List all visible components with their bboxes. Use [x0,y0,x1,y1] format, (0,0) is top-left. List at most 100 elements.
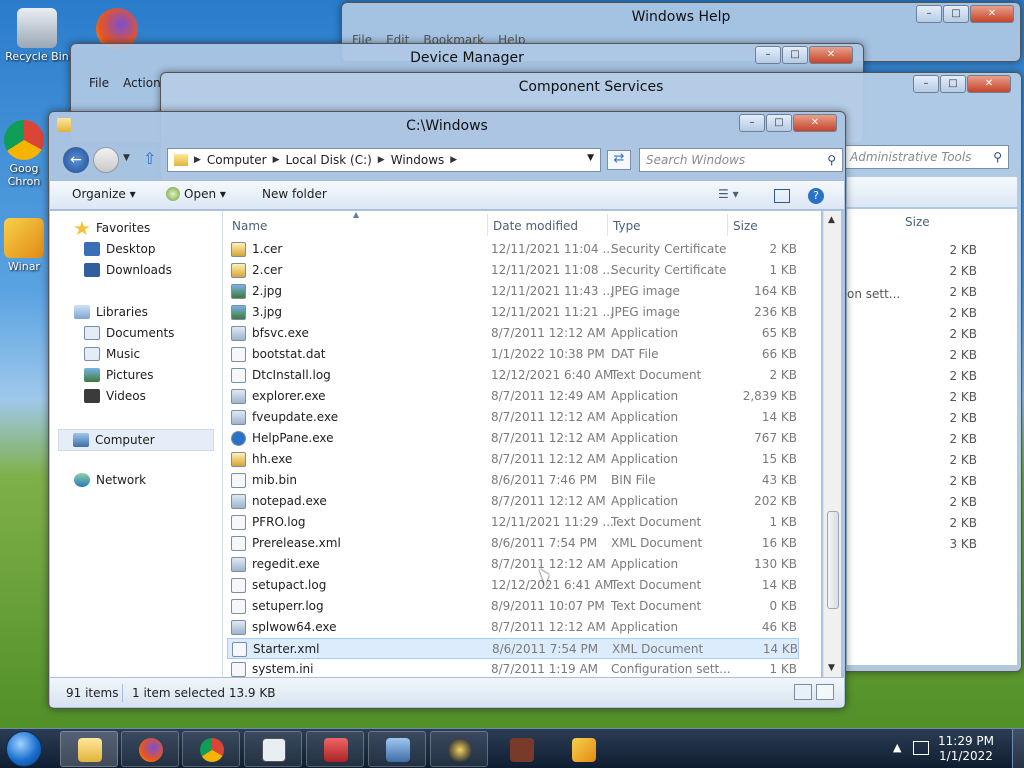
file-row[interactable]: splwow64.exe 8/7/2011 12:12 AM Application… [227,617,799,638]
column-divider[interactable] [727,214,728,236]
chevron-right-icon[interactable]: ▶ [273,155,280,165]
file-row[interactable]: fveupdate.exe 8/7/2011 12:12 AM Applicatio… [227,407,799,428]
close-button[interactable]: ✕ [970,5,1014,23]
new-folder-button[interactable]: New folder [262,187,327,201]
column-header-size[interactable]: Size [733,219,758,233]
search-input[interactable]: Search Windows ⚲ [639,148,843,172]
scroll-thumb[interactable] [827,511,839,609]
forward-button[interactable] [93,147,119,173]
breadcrumb-local-disk[interactable]: Local Disk (C:) [286,153,372,167]
taskbar-explorer[interactable] [60,731,118,767]
chevron-right-icon[interactable]: ▶ [378,155,385,165]
minimize-button[interactable]: – [916,5,942,23]
taskbar-app[interactable] [492,731,550,767]
nav-downloads[interactable]: Downloads [84,263,172,277]
file-row[interactable]: mib.bin 8/6/2011 7:46 PM BIN File 43 KB [227,470,799,491]
file-row[interactable]: hh.exe 8/7/2011 12:12 AM Application 15 KB [227,449,799,470]
help-icon[interactable]: ? [808,188,824,204]
desktop-icon-winamp[interactable]: Winar [2,218,46,273]
taskbar-component-services[interactable] [244,731,302,767]
file-row[interactable]: HelpPane.exe 8/7/2011 12:12 AM Application… [227,428,799,449]
preview-pane-icon[interactable] [774,189,790,203]
chevron-right-icon[interactable]: ▶ [450,155,457,165]
file-row[interactable]: setuperr.log 8/9/2011 10:07 PM Text Docume… [227,596,799,617]
refresh-icon[interactable]: ⇄ [607,150,631,170]
column-header-type[interactable]: Type [613,219,641,233]
scroll-up-arrow-icon[interactable]: ▲ [828,215,835,225]
show-desktop-button[interactable] [1012,729,1024,768]
file-row[interactable]: Starter.xml 8/6/2011 7:54 PM XML Document 1… [227,638,799,659]
file-row[interactable]: 2.cer 12/11/2021 11:08 ... Security Certif… [227,260,799,281]
minimize-button[interactable]: – [913,75,939,93]
vertical-scrollbar[interactable]: ▲ ▼ [823,211,841,679]
nav-music[interactable]: Music [84,347,140,361]
file-row[interactable]: PFRO.log 12/11/2021 11:29 ... Text Documen… [227,512,799,533]
file-row[interactable]: notepad.exe 8/7/2011 12:12 AM Application 2… [227,491,799,512]
column-header-name[interactable]: Name [232,219,267,233]
breadcrumb-windows[interactable]: Windows [391,153,445,167]
nav-libraries[interactable]: Libraries [74,305,148,319]
close-button[interactable]: ✕ [793,114,837,132]
file-row[interactable]: 3.jpg 12/11/2021 11:21 ... JPEG image 236 K… [227,302,799,323]
nav-documents[interactable]: Documents [84,326,174,340]
recent-pages-dropdown[interactable]: ▼ [123,153,130,163]
back-button[interactable]: ← [63,147,89,173]
taskbar: ▲ 11:29 PM 1/1/2022 [0,728,1024,768]
large-icons-view-icon[interactable] [816,684,834,700]
taskbar-winamp[interactable] [554,731,612,767]
start-button[interactable] [6,731,42,767]
taskbar-firefox[interactable] [121,731,179,767]
nav-desktop[interactable]: Desktop [84,242,156,256]
close-button[interactable]: ✕ [809,46,853,64]
open-button[interactable]: Open ▾ [166,187,226,201]
up-arrow-icon[interactable]: ⇧ [143,149,156,168]
maximize-button[interactable]: □ [940,75,966,93]
file-row[interactable]: regedit.exe 8/7/2011 12:12 AM Application 1… [227,554,799,575]
details-view-icon[interactable] [794,684,812,700]
network-tray-icon[interactable] [913,741,929,755]
taskbar-chrome[interactable] [182,731,240,767]
file-row[interactable]: setupact.log 12/12/2021 6:41 AM Text Docum… [227,575,799,596]
file-row[interactable]: system.ini 8/7/2011 1:19 AM Configuration … [227,659,799,679]
close-button[interactable]: ✕ [967,75,1011,93]
nav-favorites[interactable]: Favorites [74,221,150,235]
nav-computer[interactable]: Computer [58,429,214,451]
file-row[interactable]: bfsvc.exe 8/7/2011 12:12 AM Application 65 … [227,323,799,344]
nav-videos[interactable]: Videos [84,389,146,403]
desktop-icon-chrome[interactable]: Goog Chron [2,120,46,188]
component-search-box[interactable]: Administrative Tools ⚲ [843,145,1009,169]
maximize-button[interactable]: □ [943,5,969,23]
minimize-button[interactable]: – [755,46,781,64]
nav-network[interactable]: Network [74,473,146,487]
taskbar-toolbox[interactable] [306,731,364,767]
menu-file[interactable]: File [89,76,109,90]
file-row[interactable]: explorer.exe 8/7/2011 12:49 AM Application… [227,386,799,407]
file-row[interactable]: DtcInstall.log 12/12/2021 6:40 AM Text Doc… [227,365,799,386]
chevron-right-icon[interactable]: ▶ [194,155,201,165]
file-row[interactable]: 1.cer 12/11/2021 11:04 ... Security Certif… [227,239,799,260]
address-dropdown-icon[interactable]: ▼ [587,153,594,163]
minimize-button[interactable]: – [739,114,765,132]
maximize-button[interactable]: □ [766,114,792,132]
breadcrumb-computer[interactable]: Computer [207,153,267,167]
scroll-down-arrow-icon[interactable]: ▼ [828,663,835,673]
taskbar-clock[interactable]: 11:29 PM 1/1/2022 [938,734,994,764]
column-divider[interactable] [607,214,608,236]
file-row[interactable]: 2.jpg 12/11/2021 11:43 ... JPEG image 164 K… [227,281,799,302]
file-row[interactable]: Prerelease.xml 8/6/2011 7:54 PM XML Docume… [227,533,799,554]
taskbar-help[interactable] [430,731,488,767]
size-column-header[interactable]: Size [905,215,930,229]
taskbar-device-manager[interactable] [368,731,426,767]
tray-expand-icon[interactable]: ▲ [893,741,901,754]
address-bar[interactable]: ▶ Computer ▶ Local Disk (C:) ▶ Windows ▶… [167,148,601,172]
nav-pictures[interactable]: Pictures [84,368,154,382]
menu-action[interactable]: Action [123,76,161,90]
explorer-window[interactable]: C:\Windows – □ ✕ ← ▼ ⇧ ▶ Computer ▶ Loca… [48,111,846,709]
column-divider[interactable] [487,214,488,236]
maximize-button[interactable]: □ [782,46,808,64]
file-row[interactable]: bootstat.dat 1/1/2022 10:38 PM DAT File 66 … [227,344,799,365]
desktop-icon-recycle-bin[interactable]: Recycle Bin [2,8,72,63]
column-header-date[interactable]: Date modified [493,219,578,233]
organize-button[interactable]: Organize ▾ [72,187,136,201]
view-options-icon[interactable]: ☰ ▾ [718,187,739,201]
